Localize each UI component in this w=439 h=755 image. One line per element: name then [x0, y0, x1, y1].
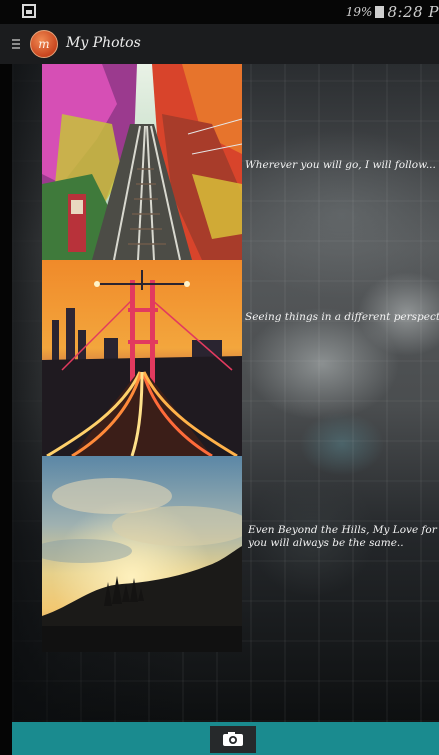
app-logo-text: m — [38, 37, 50, 51]
status-indicators: 19% 8:28 P — [345, 3, 439, 21]
action-bar: m My Photos — [0, 24, 439, 64]
photo-bridge-light-trails-art — [42, 260, 242, 456]
feed-item[interactable]: Wherever you will go, I will follow... — [42, 64, 439, 260]
photo-feed: Wherever you will go, I will follow... S… — [42, 64, 439, 652]
feed-item-caption: Wherever you will go, I will follow... — [245, 159, 436, 171]
app-screen: 19% 8:28 P m My Photos Wherever you will… — [0, 0, 439, 755]
camera-button[interactable] — [210, 726, 256, 753]
feed-item-caption: Seeing things in a different perspective — [245, 311, 439, 323]
status-bar: 19% 8:28 P — [0, 0, 439, 24]
camera-icon — [223, 732, 243, 746]
page-title: My Photos — [66, 35, 141, 51]
status-time: 8:28 P — [387, 3, 439, 21]
photo-autumn-railway-art — [42, 64, 242, 260]
drawer-menu-icon[interactable] — [12, 39, 20, 49]
feed-item[interactable]: Seeing things in a different perspective — [42, 260, 439, 456]
feed-item-caption: Even Beyond the Hills, My Love for you w… — [248, 524, 437, 549]
app-logo[interactable]: m — [30, 30, 58, 58]
photo-sunset-hills[interactable] — [42, 456, 242, 652]
photo-bridge-light-trails[interactable] — [42, 260, 242, 456]
bottom-bar — [12, 722, 439, 755]
battery-percent: 19% — [345, 5, 373, 19]
feed-item[interactable]: Even Beyond the Hills, My Love for you w… — [42, 456, 439, 652]
screenshot-notification-icon — [22, 4, 36, 18]
battery-icon — [375, 6, 385, 18]
photo-sunset-hills-art — [42, 456, 242, 652]
device-frame-edge — [0, 0, 12, 755]
photo-autumn-railway[interactable] — [42, 64, 242, 260]
